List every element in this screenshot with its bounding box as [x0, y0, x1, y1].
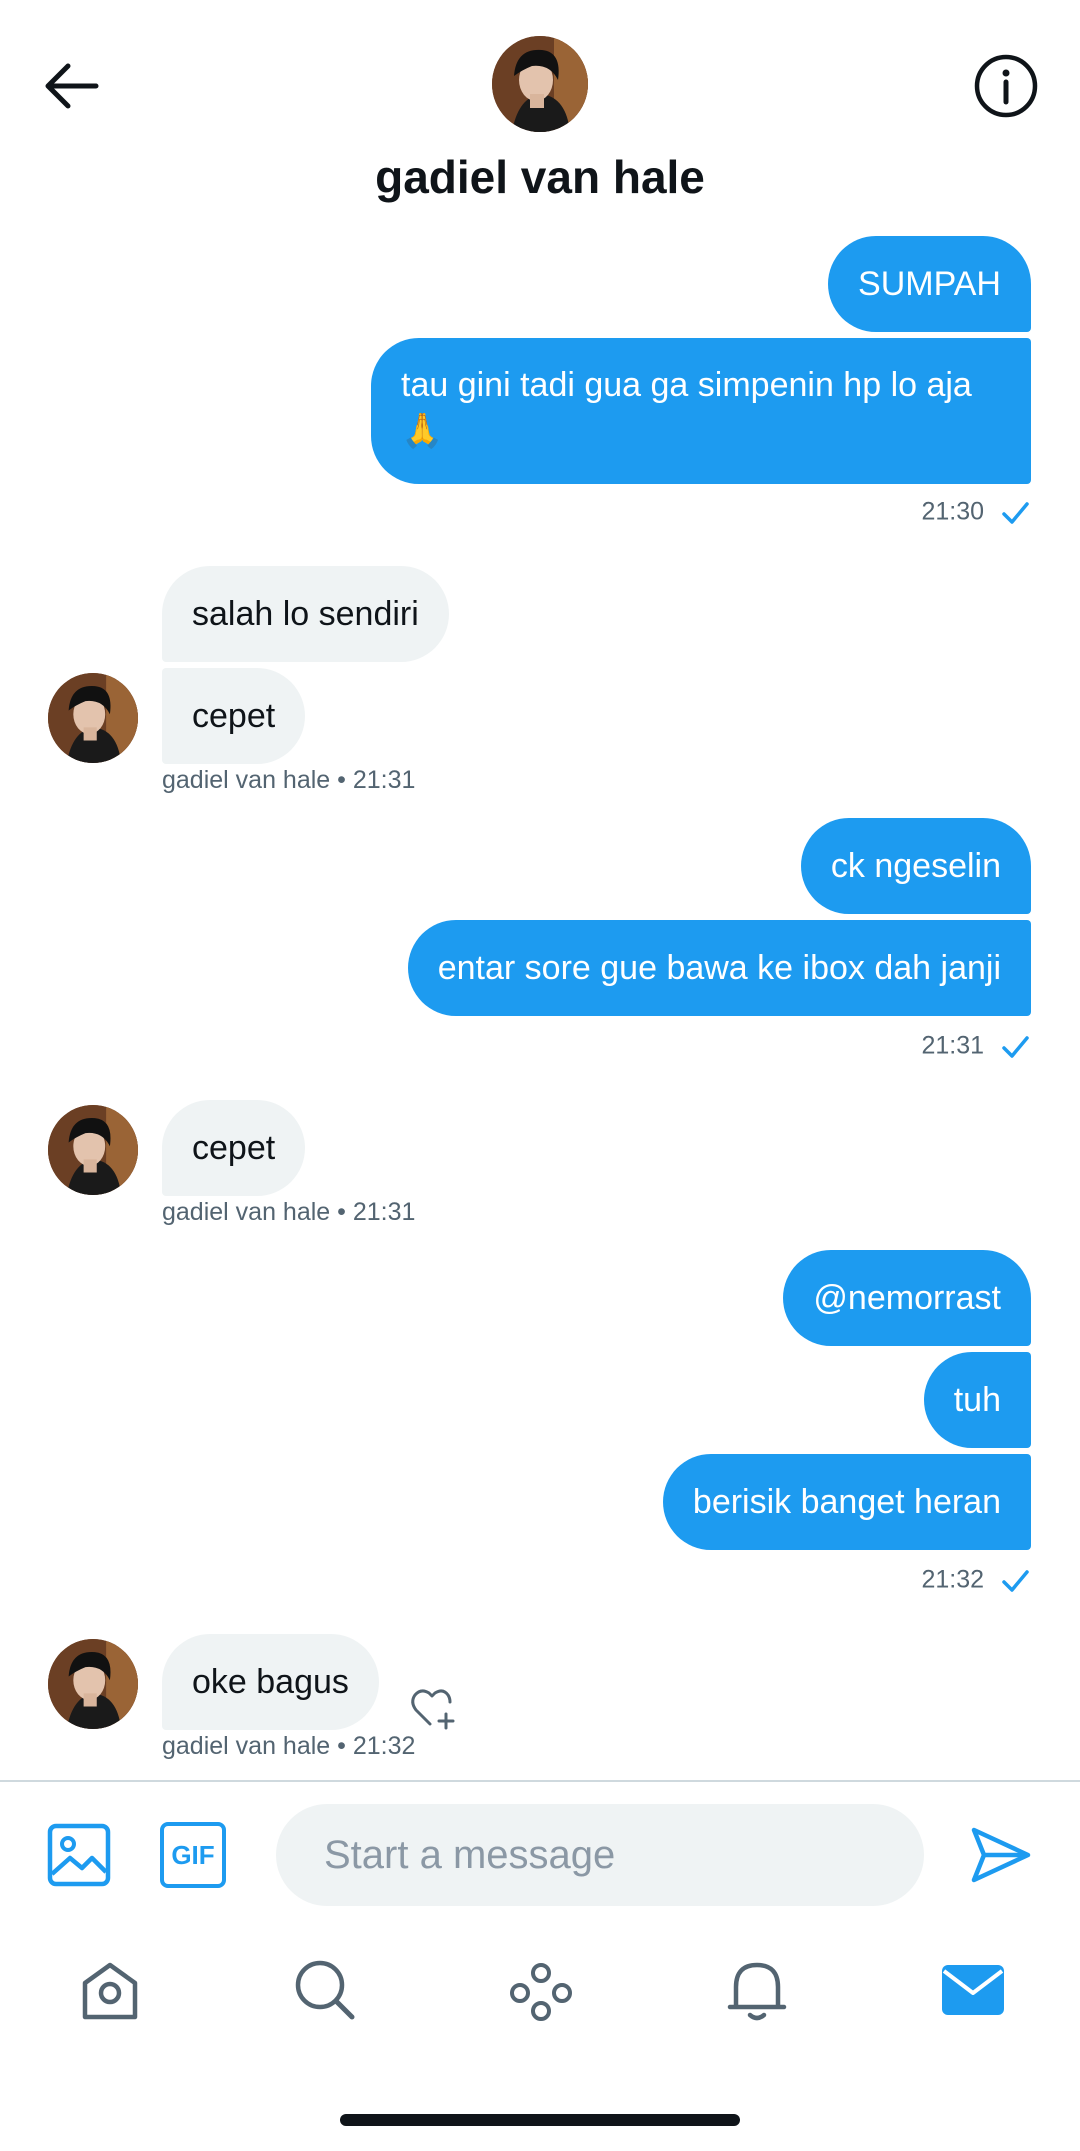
sent-check-icon [1002, 1570, 1029, 1592]
send-icon [971, 1827, 1031, 1883]
message-timestamp: 21:31 [921, 1031, 1031, 1063]
add-media-button[interactable] [46, 1822, 112, 1888]
nav-search[interactable] [290, 1955, 360, 2025]
sender-meta: gadiel van hale • 21:32 [162, 1732, 416, 1760]
sender-avatar[interactable] [48, 1639, 138, 1729]
info-circle-icon [974, 54, 1038, 118]
nav-notifications[interactable] [722, 1955, 792, 2025]
timestamp-text: 21:31 [921, 1031, 985, 1060]
spaces-icon [510, 1963, 572, 2021]
nav-home[interactable] [75, 1955, 145, 2025]
contact-name[interactable]: gadiel van hale [0, 150, 1080, 204]
back-button[interactable] [36, 50, 108, 122]
timestamp-text: 21:30 [921, 497, 985, 526]
timestamp-text: 21:32 [921, 1565, 985, 1594]
outgoing-message[interactable]: @nemorrast [783, 1250, 1031, 1346]
conversation-info-button[interactable] [970, 50, 1042, 122]
home-indicator [340, 2114, 740, 2126]
add-reaction-button[interactable] [408, 1682, 458, 1732]
composer-divider [0, 1780, 1080, 1782]
incoming-message[interactable]: salah lo sendiri [162, 566, 449, 662]
incoming-message[interactable]: cepet [162, 668, 306, 764]
sender-meta: gadiel van hale • 21:31 [162, 1198, 416, 1226]
sent-check-icon [1002, 502, 1029, 524]
outgoing-message[interactable]: SUMPAH [828, 236, 1031, 332]
search-icon [295, 1960, 355, 2020]
gif-button[interactable]: GIF [160, 1822, 226, 1888]
sender-avatar[interactable] [48, 673, 138, 763]
message-timestamp: 21:32 [921, 1565, 1031, 1597]
contact-avatar[interactable] [492, 36, 588, 132]
sent-check-icon [1002, 1036, 1029, 1058]
sender-avatar[interactable] [48, 1105, 138, 1195]
messages-icon [942, 1965, 1004, 2015]
home-icon [82, 1962, 138, 2020]
message-input[interactable] [276, 1804, 924, 1906]
outgoing-message[interactable]: berisik banget heran [662, 1454, 1031, 1550]
outgoing-message[interactable]: entar sore gue bawa ke ibox dah janji [407, 920, 1031, 1016]
notifications-icon [727, 1962, 787, 2021]
outgoing-message[interactable]: tuh [923, 1352, 1031, 1448]
nav-spaces[interactable] [506, 1955, 576, 2025]
message-timestamp: 21:30 [921, 497, 1031, 529]
sender-meta: gadiel van hale • 21:31 [162, 766, 416, 794]
send-button[interactable] [968, 1822, 1034, 1888]
incoming-message[interactable]: cepet [162, 1100, 306, 1196]
nav-messages[interactable] [938, 1955, 1008, 2025]
outgoing-message[interactable]: ck ngeselin [800, 818, 1031, 914]
incoming-message[interactable]: oke bagus [162, 1634, 379, 1730]
arrow-left-icon [45, 63, 99, 109]
heart-plus-icon [411, 1689, 455, 1730]
outgoing-message[interactable]: tau gini tadi gua ga simpenin hp lo aja … [371, 338, 1031, 484]
image-icon [47, 1823, 111, 1887]
conversation-header: gadiel van hale [0, 0, 1080, 230]
